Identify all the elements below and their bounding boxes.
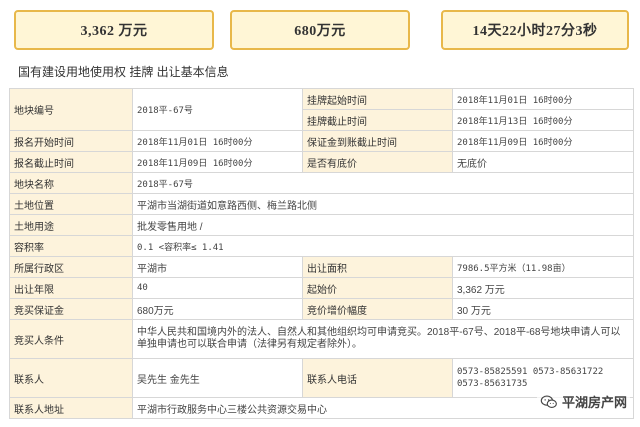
usage-label: 土地用途 <box>9 214 133 236</box>
watermark-text: 平湖房产网 <box>561 395 627 410</box>
listing-end-label: 挂牌截止时间 <box>302 109 453 131</box>
reserve-value: 无底价 <box>452 151 634 173</box>
listing-start-value: 2018年11月01日 16时00分 <box>452 88 634 110</box>
table-row: 地块编号 2018平-67号 挂牌起始时间 2018年11月01日 16时00分 <box>9 88 634 131</box>
apply-end-value: 2018年11月09日 16时00分 <box>132 151 303 173</box>
floor-price-text: 3,362 万元 <box>80 24 148 39</box>
contact-value: 吴先生 金先生 <box>132 358 303 398</box>
table-row: 报名开始时间 2018年11月01日 16时00分 保证金到账截止时间 2018… <box>9 130 634 152</box>
table-row: 报名截止时间 2018年11月09日 16时00分 是否有底价 无底价 <box>9 151 634 173</box>
listing-start-label: 挂牌起始时间 <box>302 88 453 110</box>
term-value: 40 <box>132 277 303 299</box>
reserve-label: 是否有底价 <box>302 151 453 173</box>
deposit-deadline-value: 2018年11月09日 16时00分 <box>452 130 634 152</box>
table-row: 土地位置 平湖市当湖街道如意路西侧、梅兰路北侧 <box>9 193 634 215</box>
apply-start-label: 报名开始时间 <box>9 130 133 152</box>
table-row: 竞买保证金 680万元 竞价增价幅度 30 万元 <box>9 298 634 320</box>
start-price-value: 3,362 万元 <box>452 277 634 299</box>
deposit-label: 竞买保证金 <box>9 298 133 320</box>
table-row: 出让年限 40 起始价 3,362 万元 <box>9 277 634 299</box>
bidder-label: 竞买人条件 <box>9 319 133 359</box>
increment-label: 竞价增价幅度 <box>302 298 453 320</box>
location-label: 土地位置 <box>9 193 133 215</box>
apply-start-value: 2018年11月01日 16时00分 <box>132 130 303 152</box>
phone-label: 联系人电话 <box>302 358 453 398</box>
table-row: 土地用途 批发零售用地 / <box>9 214 634 236</box>
table-row: 竞买人条件 中华人民共和国境内外的法人、自然人和其他组织均可申请竞买。2018平… <box>9 319 634 359</box>
deposit-text: 680万元 <box>294 24 346 39</box>
start-price-label: 起始价 <box>302 277 453 299</box>
wechat-icon <box>540 394 557 408</box>
usage-value: 批发零售用地 / <box>132 214 634 236</box>
area-label: 出让面积 <box>302 256 453 278</box>
section-title: 国有建设用地使用权 挂牌 出让基本信息 <box>18 65 229 79</box>
table-row: 地块名称 2018平-67号 <box>9 172 634 194</box>
apply-end-label: 报名截止时间 <box>9 151 133 173</box>
countdown-text: 14天22小时27分3秒 <box>472 24 598 39</box>
listing-end-value: 2018年11月13日 16时00分 <box>452 109 634 131</box>
far-value: 0.1 <容积率≤ 1.41 <box>132 235 634 257</box>
parcel-no-value: 2018平-67号 <box>132 88 303 131</box>
address-label: 联系人地址 <box>9 397 133 419</box>
parcel-name-value: 2018平-67号 <box>132 172 634 194</box>
info-table: 地块编号 2018平-67号 挂牌起始时间 2018年11月01日 16时00分… <box>9 88 634 419</box>
parcel-no-label: 地块编号 <box>9 88 133 131</box>
increment-value: 30 万元 <box>452 298 634 320</box>
far-label: 容积率 <box>9 235 133 257</box>
deposit-box: 680万元 <box>230 10 410 50</box>
floor-price-box: 3,362 万元 <box>14 10 214 50</box>
countdown-box: 14天22小时27分3秒 <box>441 10 629 50</box>
table-row: 所属行政区 平湖市 出让面积 7986.5平方米（11.98亩） <box>9 256 634 278</box>
watermark: 平湖房产网 <box>536 391 630 412</box>
district-value: 平湖市 <box>132 256 303 278</box>
contact-label: 联系人 <box>9 358 133 398</box>
table-row: 容积率 0.1 <容积率≤ 1.41 <box>9 235 634 257</box>
area-value: 7986.5平方米（11.98亩） <box>452 256 634 278</box>
district-label: 所属行政区 <box>9 256 133 278</box>
term-label: 出让年限 <box>9 277 133 299</box>
summary-bar: 3,362 万元 680万元 14天22小时27分3秒 <box>0 0 640 60</box>
deposit-deadline-label: 保证金到账截止时间 <box>302 130 453 152</box>
location-value: 平湖市当湖街道如意路西侧、梅兰路北侧 <box>132 193 634 215</box>
bidder-value: 中华人民共和国境内外的法人、自然人和其他组织均可申请竞买。2018平-67号、2… <box>132 319 634 359</box>
parcel-name-label: 地块名称 <box>9 172 133 194</box>
deposit-value: 680万元 <box>132 298 303 320</box>
